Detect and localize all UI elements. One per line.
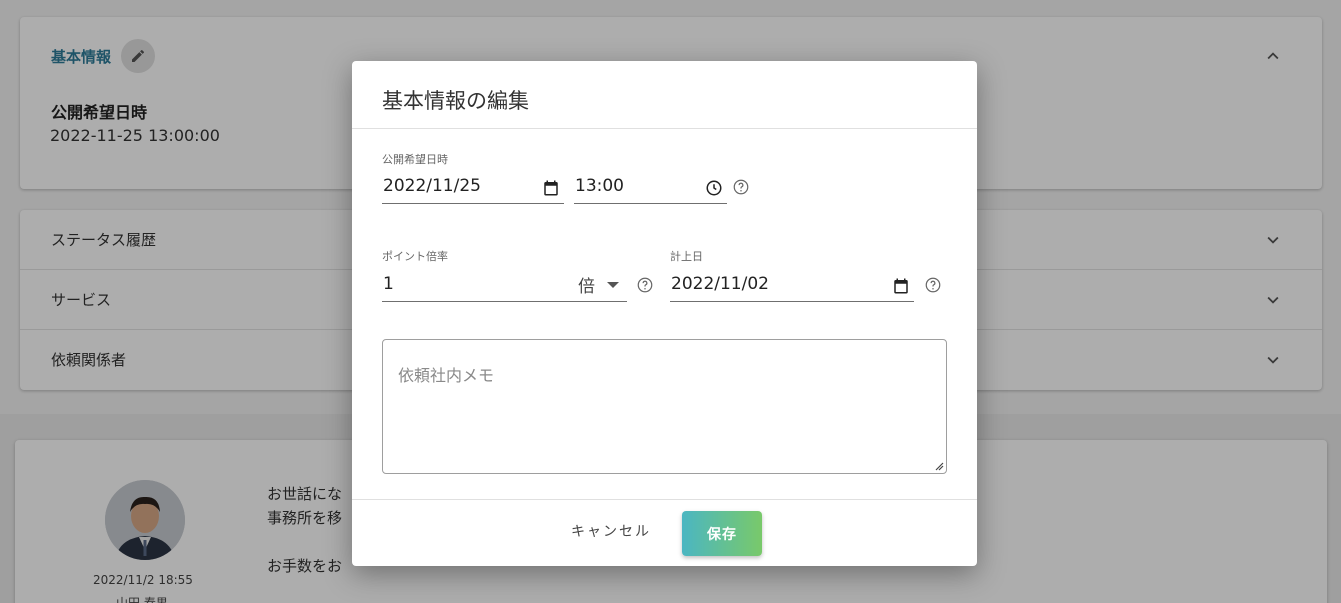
point-rate-input[interactable]: 1 倍 — [382, 270, 627, 302]
caret-down-icon — [607, 281, 619, 288]
accounting-date-value: 2022/11/02 — [671, 274, 769, 294]
publish-datetime-field-label: 公開希望日時 — [382, 153, 448, 166]
point-rate-value: 1 — [383, 274, 394, 294]
point-rate-label: ポイント倍率 — [382, 250, 448, 263]
dialog-header-divider — [352, 128, 977, 129]
internal-memo-field — [382, 339, 947, 474]
edit-basic-info-dialog: 基本情報の編集 公開希望日時 2022/11/25 13:00 ポイント倍率 1… — [352, 61, 977, 566]
calendar-icon[interactable] — [542, 179, 560, 197]
resize-grip-icon[interactable] — [934, 461, 944, 471]
save-button[interactable]: 保存 — [682, 511, 762, 556]
internal-memo-textarea[interactable] — [383, 340, 946, 473]
help-circle-icon[interactable] — [732, 178, 750, 196]
accounting-date-label: 計上日 — [670, 250, 703, 263]
publish-time-input[interactable]: 13:00 — [574, 172, 727, 204]
help-circle-icon[interactable] — [636, 276, 654, 294]
publish-date-value: 2022/11/25 — [383, 176, 481, 196]
cancel-button[interactable]: キャンセル — [571, 521, 651, 541]
point-unit-label: 倍 — [578, 277, 595, 297]
help-circle-icon[interactable] — [924, 276, 942, 294]
accounting-date-input[interactable]: 2022/11/02 — [670, 270, 914, 302]
publish-date-input[interactable]: 2022/11/25 — [382, 172, 564, 204]
dialog-title: 基本情報の編集 — [382, 89, 529, 113]
calendar-icon[interactable] — [892, 277, 910, 295]
point-unit-select[interactable]: 倍 — [578, 272, 619, 297]
clock-icon[interactable] — [705, 179, 723, 197]
publish-time-value: 13:00 — [575, 176, 624, 196]
dialog-footer-divider — [352, 499, 977, 500]
